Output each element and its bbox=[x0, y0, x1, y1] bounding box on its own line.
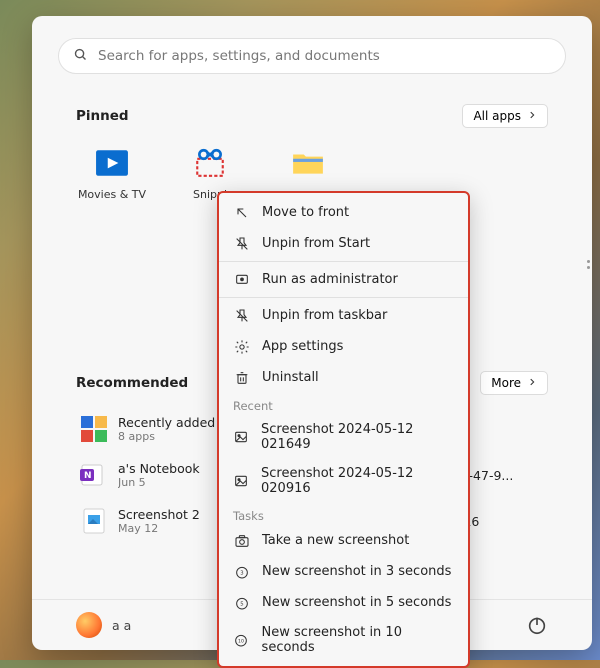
unpin-icon bbox=[233, 235, 250, 252]
ctx-label: Screenshot 2024-05-12 020916 bbox=[261, 466, 454, 496]
search-input[interactable] bbox=[98, 48, 551, 64]
ctx-label: New screenshot in 10 seconds bbox=[262, 625, 454, 655]
onenote-icon: N bbox=[80, 461, 108, 489]
ctx-label: New screenshot in 5 seconds bbox=[262, 595, 451, 610]
ctx-recent-item[interactable]: Screenshot 2024-05-12 021649 bbox=[219, 415, 468, 459]
camera-icon bbox=[233, 532, 250, 549]
ctx-unpin-start[interactable]: Unpin from Start bbox=[219, 228, 468, 259]
timer-10-icon: 10 bbox=[233, 632, 250, 649]
separator bbox=[219, 297, 468, 298]
timer-3-icon: 3 bbox=[233, 563, 250, 580]
ctx-recent-header: Recent bbox=[219, 393, 468, 415]
pinned-header: Pinned All apps bbox=[32, 84, 592, 136]
ctx-label: Unpin from taskbar bbox=[262, 308, 387, 323]
svg-text:10: 10 bbox=[238, 639, 244, 645]
search-box[interactable] bbox=[58, 38, 566, 74]
apps-collage-icon bbox=[80, 415, 108, 443]
ctx-task-10s[interactable]: 10 New screenshot in 10 seconds bbox=[219, 618, 468, 662]
all-apps-label: All apps bbox=[473, 109, 521, 123]
ctx-label: Uninstall bbox=[262, 370, 319, 385]
ctx-run-admin[interactable]: Run as administrator bbox=[219, 264, 468, 295]
rec-title: a's Notebook bbox=[118, 461, 200, 476]
chevron-right-icon bbox=[527, 109, 537, 123]
ctx-label: Take a new screenshot bbox=[262, 533, 409, 548]
file-explorer-icon bbox=[291, 146, 325, 180]
movies-tv-icon bbox=[95, 146, 129, 180]
ctx-move-to-front[interactable]: Move to front bbox=[219, 197, 468, 228]
ctx-label: Move to front bbox=[262, 205, 349, 220]
timer-5-icon: 5 bbox=[233, 594, 250, 611]
context-menu: Move to front Unpin from Start Run as ad… bbox=[217, 191, 470, 668]
image-icon bbox=[233, 473, 249, 490]
shield-icon bbox=[233, 271, 250, 288]
ctx-task-5s[interactable]: 5 New screenshot in 5 seconds bbox=[219, 587, 468, 618]
ctx-app-settings[interactable]: App settings bbox=[219, 331, 468, 362]
pinned-app-movies-tv[interactable]: Movies & TV bbox=[76, 146, 148, 201]
rec-title: Recently added bbox=[118, 415, 215, 430]
ctx-uninstall[interactable]: Uninstall bbox=[219, 362, 468, 393]
start-menu: Pinned All apps Movies & TV Snippi bbox=[32, 16, 592, 650]
ctx-label: New screenshot in 3 seconds bbox=[262, 564, 451, 579]
drag-handle-icon[interactable] bbox=[587, 260, 590, 269]
all-apps-button[interactable]: All apps bbox=[462, 104, 548, 128]
power-button[interactable] bbox=[526, 614, 548, 636]
ctx-tasks-header: Tasks bbox=[219, 503, 468, 525]
pinned-title: Pinned bbox=[76, 108, 129, 124]
ctx-task-3s[interactable]: 3 New screenshot in 3 seconds bbox=[219, 556, 468, 587]
arrow-upleft-icon bbox=[233, 204, 250, 221]
rec-sub: Jun 5 bbox=[118, 476, 200, 489]
svg-text:N: N bbox=[84, 471, 92, 481]
ctx-task-new-screenshot[interactable]: Take a new screenshot bbox=[219, 525, 468, 556]
image-icon bbox=[233, 429, 249, 446]
recommended-title: Recommended bbox=[76, 375, 188, 391]
user-name: a a bbox=[112, 618, 131, 633]
image-file-icon bbox=[80, 507, 108, 535]
user-account-button[interactable]: a a bbox=[76, 612, 131, 638]
chevron-right-icon bbox=[527, 376, 537, 390]
rec-title: Screenshot 2 bbox=[118, 507, 200, 522]
search-container bbox=[32, 16, 592, 84]
gear-icon bbox=[233, 338, 250, 355]
svg-text:5: 5 bbox=[240, 601, 243, 607]
rec-sub: May 12 bbox=[118, 522, 200, 535]
search-icon bbox=[73, 47, 88, 66]
ctx-unpin-taskbar[interactable]: Unpin from taskbar bbox=[219, 300, 468, 331]
svg-text:3: 3 bbox=[240, 570, 243, 576]
snipping-tool-icon bbox=[193, 146, 227, 180]
more-button[interactable]: More bbox=[480, 371, 548, 395]
ctx-label: Screenshot 2024-05-12 021649 bbox=[261, 422, 454, 452]
more-label: More bbox=[491, 376, 521, 390]
ctx-label: Run as administrator bbox=[262, 272, 398, 287]
avatar bbox=[76, 612, 102, 638]
ctx-recent-item[interactable]: Screenshot 2024-05-12 020916 bbox=[219, 459, 468, 503]
trash-icon bbox=[233, 369, 250, 386]
ctx-label: Unpin from Start bbox=[262, 236, 370, 251]
ctx-label: App settings bbox=[262, 339, 343, 354]
app-label: Movies & TV bbox=[76, 188, 148, 201]
unpin-icon bbox=[233, 307, 250, 324]
separator bbox=[219, 261, 468, 262]
rec-sub: 8 apps bbox=[118, 430, 215, 443]
